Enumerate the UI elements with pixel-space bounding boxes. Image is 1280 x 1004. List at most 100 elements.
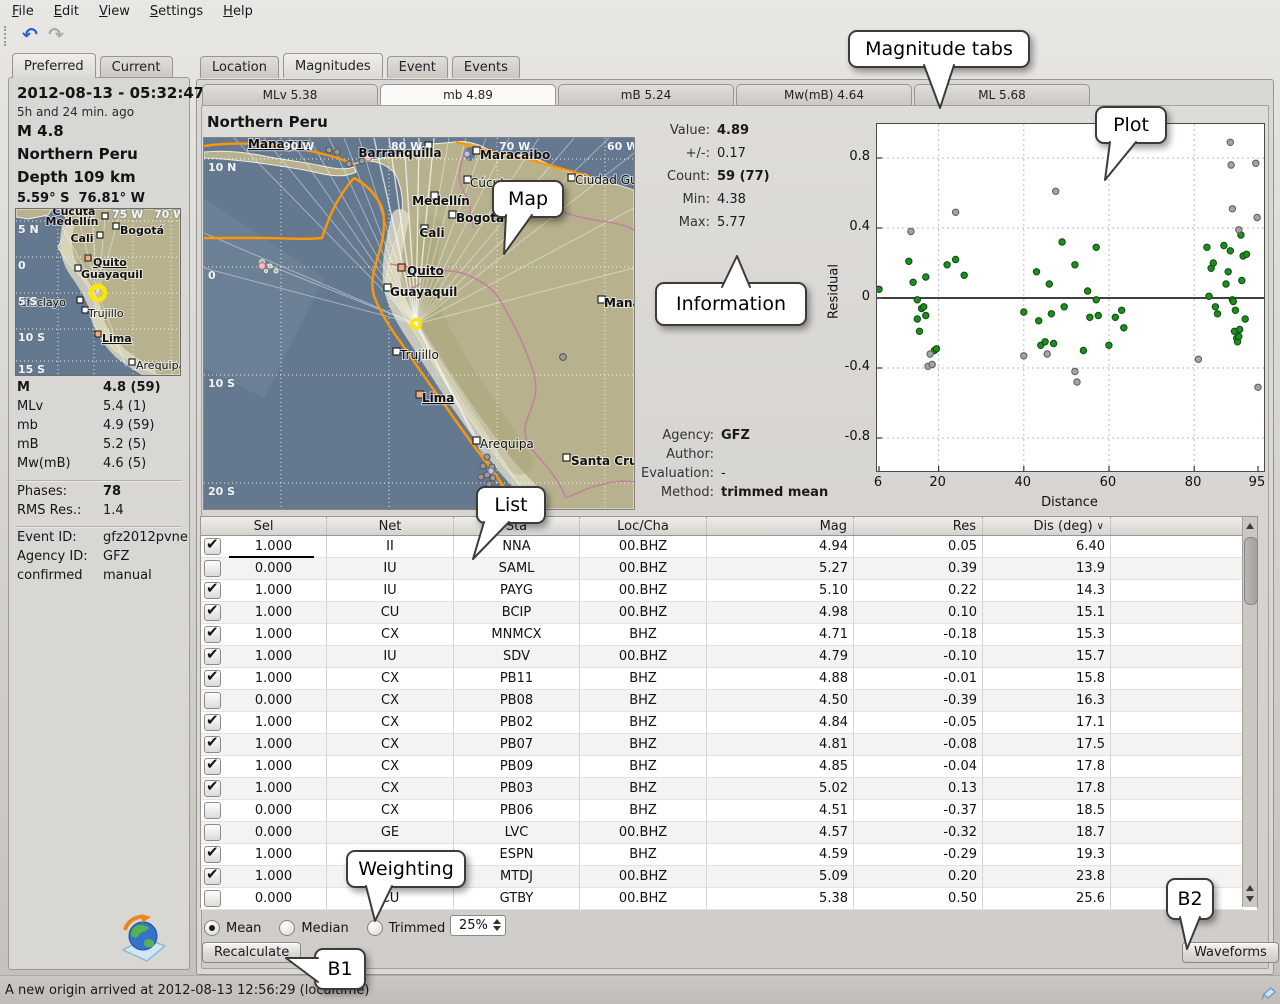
row-checkbox[interactable] xyxy=(204,538,221,555)
weight-value[interactable]: 1.000 xyxy=(221,539,326,554)
weighting-option-median[interactable]: Median xyxy=(279,920,348,936)
cell-sel[interactable]: 1.000 xyxy=(201,536,327,558)
cell-sel[interactable]: 0.000 xyxy=(201,888,327,910)
weight-value[interactable]: 1.000 xyxy=(221,781,326,796)
table-row-PB07[interactable]: 1.000CXPB07BHZ4.81-0.0817.5 xyxy=(201,734,1257,756)
weight-value[interactable]: 0.000 xyxy=(221,561,326,576)
klipper-icon[interactable] xyxy=(1261,985,1277,1001)
weight-value[interactable]: 1.000 xyxy=(221,583,326,598)
row-checkbox[interactable] xyxy=(204,846,221,863)
tab-current[interactable]: Current xyxy=(100,56,173,78)
row-checkbox[interactable] xyxy=(204,758,221,775)
row-checkbox[interactable] xyxy=(204,670,221,687)
table-row-MNMCX[interactable]: 1.000CXMNMCXBHZ4.71-0.1815.3 xyxy=(201,624,1257,646)
row-checkbox[interactable] xyxy=(204,824,221,841)
menu-help[interactable]: Help xyxy=(213,1,263,22)
table-row-SAML[interactable]: 0.000IUSAML00.BHZ5.270.3913.9 xyxy=(201,558,1257,580)
weight-value[interactable]: 0.000 xyxy=(221,891,326,906)
weight-value[interactable]: 0.000 xyxy=(221,693,326,708)
magtab-mb-4-89[interactable]: mb 4.89 xyxy=(380,84,556,105)
magtab-mlv-5-38[interactable]: MLv 5.38 xyxy=(202,84,378,105)
scroll-up-icon[interactable] xyxy=(1246,523,1254,529)
cell-sel[interactable]: 1.000 xyxy=(201,580,327,602)
column-header-sel[interactable]: Sel xyxy=(201,517,327,535)
weight-value[interactable]: 1.000 xyxy=(221,649,326,664)
tab-event[interactable]: Event xyxy=(387,56,448,78)
table-row-PB09[interactable]: 1.000CXPB09BHZ4.85-0.0417.8 xyxy=(201,756,1257,778)
column-header-mag[interactable]: Mag xyxy=(707,517,854,535)
overview-map[interactable]: CúcutaMedellínBogotáCaliQuitoGuayaquilCh… xyxy=(15,208,181,376)
weight-value[interactable]: 1.000 xyxy=(221,737,326,752)
weight-value[interactable]: 0.000 xyxy=(221,803,326,818)
column-header-loc-cha[interactable]: Loc/Cha xyxy=(580,517,707,535)
cell-sel[interactable]: 1.000 xyxy=(201,844,327,866)
weight-value[interactable]: 1.000 xyxy=(221,627,326,642)
menu-settings[interactable]: Settings xyxy=(140,1,213,22)
cell-sel[interactable]: 1.000 xyxy=(201,778,327,800)
menu-file[interactable]: File xyxy=(2,1,44,22)
column-header-net[interactable]: Net xyxy=(327,517,454,535)
tab-location[interactable]: Location xyxy=(200,56,279,78)
weight-value[interactable]: 1.000 xyxy=(221,715,326,730)
cell-sel[interactable]: 1.000 xyxy=(201,624,327,646)
table-row-LVC[interactable]: 0.000GELVC00.BHZ4.57-0.3218.7 xyxy=(201,822,1257,844)
column-header-dis-deg-[interactable]: Dis (deg)∨ xyxy=(983,517,1111,535)
cell-sel[interactable]: 0.000 xyxy=(201,822,327,844)
cell-sel[interactable]: 0.000 xyxy=(201,558,327,580)
redo-icon[interactable]: ↷ xyxy=(43,24,69,48)
cell-sel[interactable]: 0.000 xyxy=(201,690,327,712)
scroll-down-icon[interactable] xyxy=(1246,896,1254,902)
table-row-BCIP[interactable]: 1.000CUBCIP00.BHZ4.980.1015.1 xyxy=(201,602,1257,624)
trim-percent-spinbox[interactable]: 25% xyxy=(450,915,506,936)
magtab-mw-mb-4-64[interactable]: Mw(mB) 4.64 xyxy=(736,84,912,105)
magtab-mb-5-24[interactable]: mB 5.24 xyxy=(558,84,734,105)
undo-icon[interactable]: ↶ xyxy=(17,24,43,48)
cell-sel[interactable]: 0.000 xyxy=(201,800,327,822)
cell-sel[interactable]: 1.000 xyxy=(201,712,327,734)
cell-sel[interactable]: 1.000 xyxy=(201,646,327,668)
row-checkbox[interactable] xyxy=(204,868,221,885)
table-row-PB08[interactable]: 0.000CXPB08BHZ4.50-0.3916.3 xyxy=(201,690,1257,712)
weight-value[interactable]: 1.000 xyxy=(221,671,326,686)
toolbar-drag-handle[interactable] xyxy=(4,26,11,46)
row-checkbox[interactable] xyxy=(204,560,221,577)
weight-value[interactable]: 1.000 xyxy=(221,869,326,884)
tab-preferred[interactable]: Preferred xyxy=(12,53,96,78)
weight-value[interactable]: 1.000 xyxy=(221,605,326,620)
column-header-res[interactable]: Res xyxy=(854,517,983,535)
row-checkbox[interactable] xyxy=(204,626,221,643)
row-checkbox[interactable] xyxy=(204,714,221,731)
cell-sel[interactable]: 1.000 xyxy=(201,756,327,778)
cell-sel[interactable]: 1.000 xyxy=(201,668,327,690)
row-checkbox[interactable] xyxy=(204,582,221,599)
scrollbar-thumb[interactable] xyxy=(1244,537,1258,605)
row-checkbox[interactable] xyxy=(204,802,221,819)
residual-plot[interactable]: Residual 0.80.40-0.4-0.8 62040608095 Dis xyxy=(820,106,1278,510)
table-row-PB11[interactable]: 1.000CXPB11BHZ4.88-0.0115.8 xyxy=(201,668,1257,690)
scroll-up2-icon[interactable] xyxy=(1246,885,1254,891)
table-row-PB06[interactable]: 0.000CXPB06BHZ4.51-0.3718.5 xyxy=(201,800,1257,822)
menu-view[interactable]: View xyxy=(89,1,140,22)
tab-magnitudes[interactable]: Magnitudes xyxy=(283,53,383,78)
weight-value[interactable]: 0.000 xyxy=(221,825,326,840)
spinbox-arrows-icon[interactable] xyxy=(493,919,501,931)
weight-value[interactable]: 1.000 xyxy=(221,759,326,774)
row-checkbox[interactable] xyxy=(204,604,221,621)
tab-events[interactable]: Events xyxy=(452,56,520,78)
row-checkbox[interactable] xyxy=(204,692,221,709)
radio-icon[interactable] xyxy=(279,920,295,936)
row-checkbox[interactable] xyxy=(204,736,221,753)
table-row-PB03[interactable]: 1.000CXPB03BHZ5.020.1317.8 xyxy=(201,778,1257,800)
magnitude-map[interactable]: ManaguaBarranquillaMaracaiboCúcutaCiudad… xyxy=(203,137,635,510)
cell-sel[interactable]: 1.000 xyxy=(201,734,327,756)
table-row-NNA[interactable]: 1.000IINNA00.BHZ4.940.056.40 xyxy=(201,536,1257,558)
table-row-SDV[interactable]: 1.000IUSDV00.BHZ4.79-0.1015.7 xyxy=(201,646,1257,668)
table-row-PAYG[interactable]: 1.000IUPAYG00.BHZ5.100.2214.3 xyxy=(201,580,1257,602)
weighting-option-mean[interactable]: Mean xyxy=(204,920,261,936)
row-checkbox[interactable] xyxy=(204,780,221,797)
cell-sel[interactable]: 1.000 xyxy=(201,866,327,888)
weight-value[interactable]: 1.000 xyxy=(221,847,326,862)
row-checkbox[interactable] xyxy=(204,648,221,665)
row-checkbox[interactable] xyxy=(204,890,221,907)
table-scrollbar[interactable] xyxy=(1242,517,1257,907)
